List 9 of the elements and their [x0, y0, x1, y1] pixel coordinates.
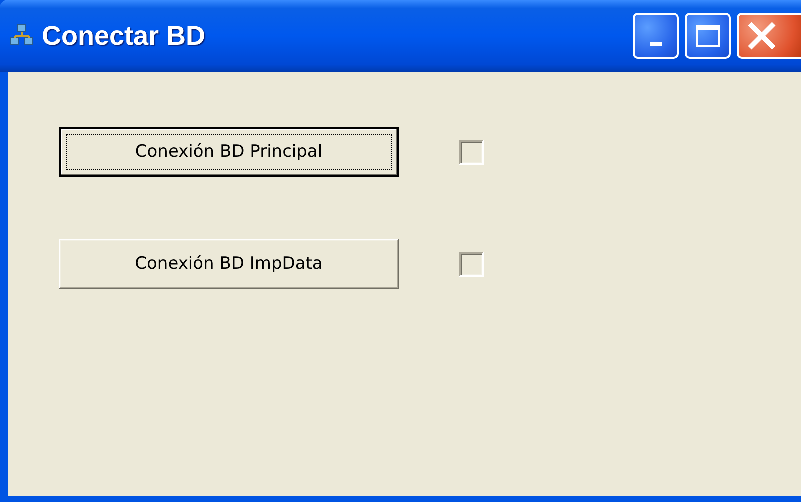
maximize-icon [695, 24, 721, 48]
close-button[interactable] [737, 13, 801, 59]
window-title: Conectar BD [42, 20, 207, 52]
connect-button[interactable]: Conexión BD ImpData [59, 239, 399, 289]
maximize-button[interactable] [685, 13, 731, 59]
connect-button[interactable]: Conexión BD Principal [59, 127, 399, 177]
network-icon [10, 24, 34, 48]
minimize-icon [650, 42, 662, 46]
minimize-button[interactable] [633, 13, 679, 59]
